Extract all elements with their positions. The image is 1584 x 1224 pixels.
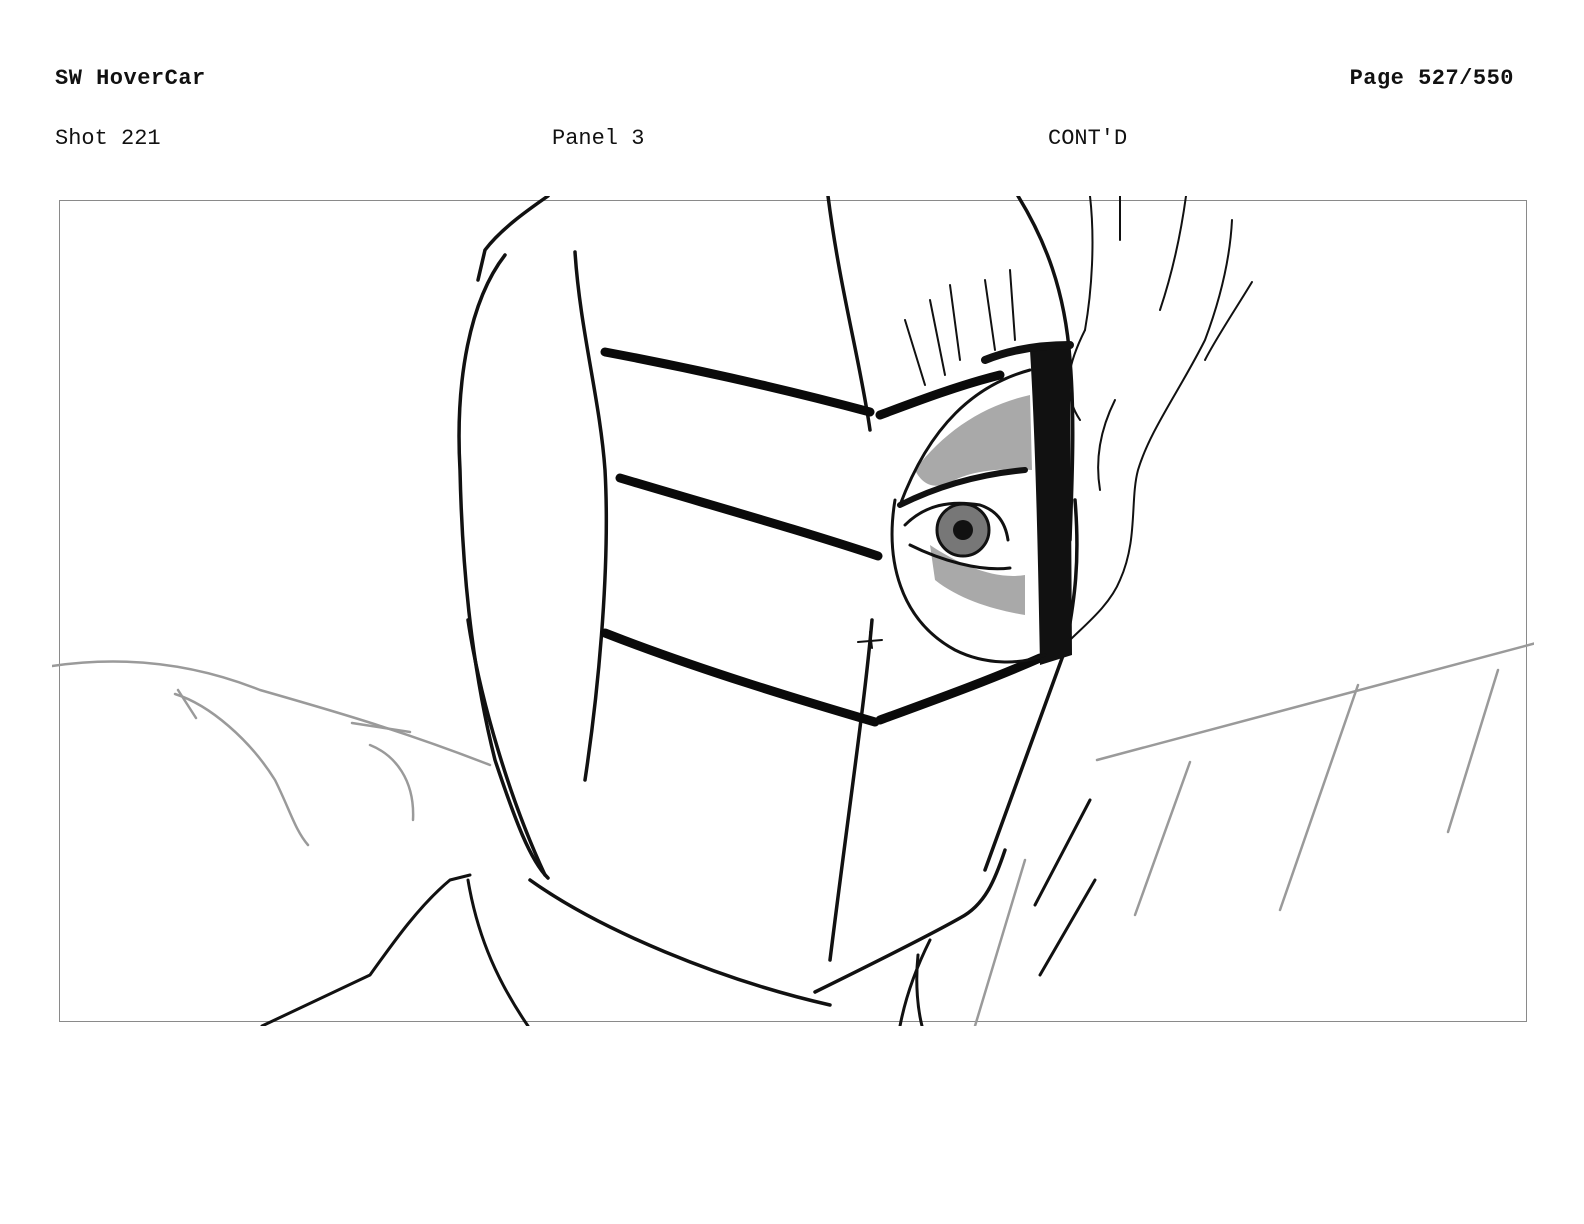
shot-label: Shot 221 bbox=[55, 126, 161, 151]
panel-label: Panel 3 bbox=[552, 126, 645, 151]
storyboard-panel-frame bbox=[59, 200, 1527, 1022]
continued-label: CONT'D bbox=[1048, 126, 1128, 151]
document-title: SW HoverCar bbox=[55, 66, 206, 91]
page-number: Page 527/550 bbox=[1349, 66, 1514, 91]
